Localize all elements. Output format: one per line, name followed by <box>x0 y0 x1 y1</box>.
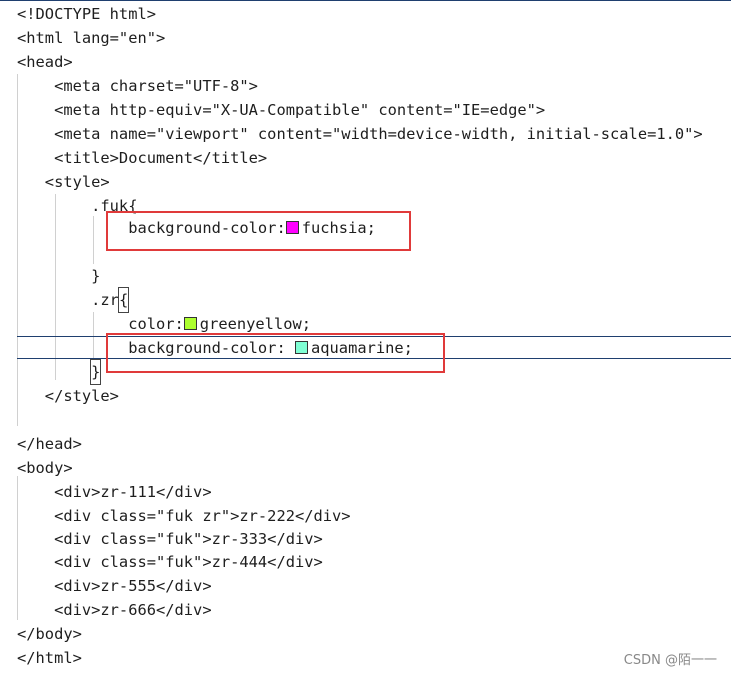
code-line: <style> <box>17 173 110 191</box>
code-line: </html> <box>17 649 82 667</box>
matching-brace-close: } <box>90 359 102 385</box>
code-line: <div class="fuk zr">zr-222</div> <box>17 507 351 525</box>
code-line: <html lang="en"> <box>17 29 166 47</box>
code-editor[interactable]: <!DOCTYPE html> <html lang="en"> <head> … <box>0 0 731 676</box>
code-text: .zr <box>17 291 119 309</box>
code-line: <meta charset="UTF-8"> <box>17 77 258 95</box>
code-line: } <box>17 267 101 285</box>
code-line: <div>zr-111</div> <box>17 483 212 501</box>
code-line: </head> <box>17 435 82 453</box>
code-line: <body> <box>17 459 73 477</box>
code-line: <meta http-equiv="X-UA-Compatible" conte… <box>17 101 546 119</box>
code-line: } <box>17 359 102 385</box>
code-line: <div>zr-666</div> <box>17 601 212 619</box>
code-line: <head> <box>17 53 73 71</box>
code-line: </style> <box>17 387 119 405</box>
highlight-box-fuk-background <box>106 211 411 251</box>
highlight-box-zr-background <box>106 333 445 373</box>
code-line: </body> <box>17 625 82 643</box>
code-value: greenyellow; <box>199 315 311 333</box>
code-line: <title>Document</title> <box>17 149 268 167</box>
code-line: .zr{ <box>17 287 130 313</box>
code-line: <!DOCTYPE html> <box>17 5 156 23</box>
color-swatch-greenyellow[interactable] <box>183 317 197 330</box>
editor-top-border <box>0 0 731 1</box>
code-text: color: <box>17 315 184 333</box>
matching-brace-open: { <box>117 287 130 313</box>
code-line: <div class="fuk">zr-444</div> <box>17 553 323 571</box>
code-line: <meta name="viewport" content="width=dev… <box>17 125 703 143</box>
csdn-watermark: CSDN @陌一一 <box>623 653 717 668</box>
code-line: <div class="fuk">zr-333</div> <box>17 530 323 548</box>
code-line: <div>zr-555</div> <box>17 577 212 595</box>
